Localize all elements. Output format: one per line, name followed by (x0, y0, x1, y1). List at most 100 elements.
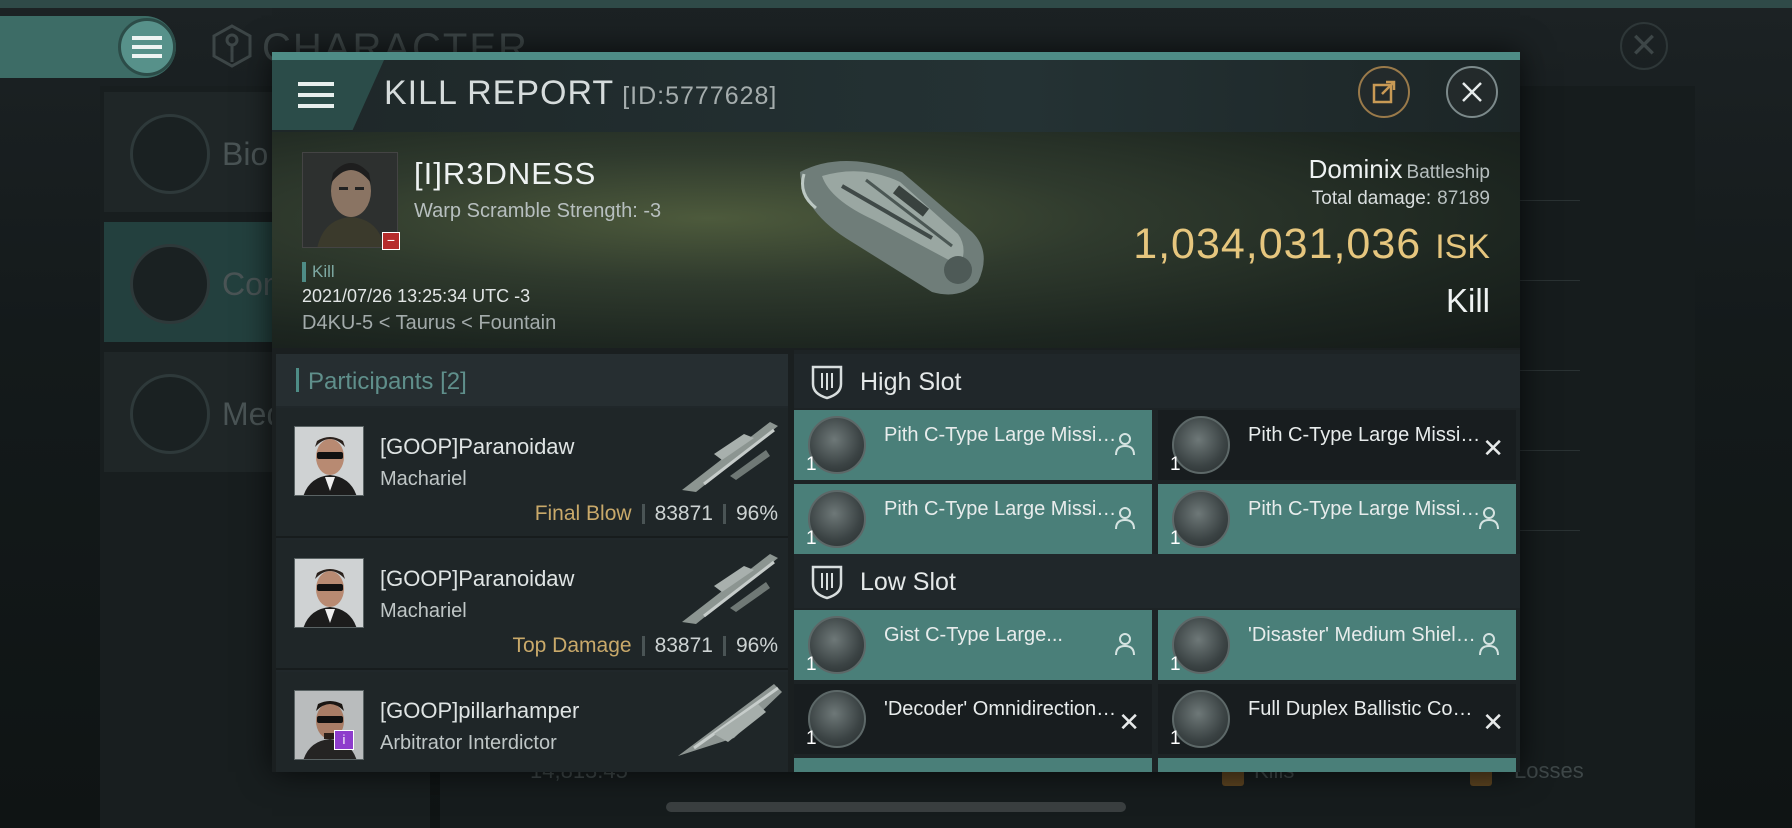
participant-name: [GOOP]Paranoidaw (380, 566, 575, 591)
kill-report-modal: KILL REPORT [ID:5777628] − [I]R3DNESS Wa… (272, 52, 1520, 772)
module-name: Pith C-Type Large Missile... (884, 424, 1118, 446)
close-icon (1462, 82, 1482, 102)
participant-tag: Top Damage (512, 634, 632, 657)
participant-tag: Final Blow (534, 502, 632, 525)
bg-footer-losses: Losses (1514, 758, 1584, 783)
person-icon (1115, 507, 1135, 530)
total-damage-label: Total damage: (1311, 188, 1432, 209)
module-slot[interactable]: 1 Pith C-Type Large Missile... ✕ (1158, 410, 1516, 480)
module-icon (808, 690, 866, 748)
module-slot[interactable]: 1 Full Duplex Ballistic Control ...✕ (1158, 684, 1516, 754)
module-quantity: 1 (806, 454, 817, 475)
modal-accent-bar (272, 52, 1520, 60)
victim-subtitle: Warp Scramble Strength: -3 (414, 200, 662, 222)
kill-datetime: 2021/07/26 13:25:34 UTC -3 (302, 286, 531, 306)
participant-percent: 96% (735, 634, 778, 657)
total-damage: Total damage: 87189 (1312, 188, 1490, 210)
module-name: Gist C-Type Large... (884, 624, 1063, 646)
low-slot-label: Low Slot (860, 568, 956, 596)
share-icon (1372, 80, 1396, 104)
module-slot[interactable]: 1 Pith C-Type Large Missile... (1158, 484, 1516, 554)
isk-value: 1,034,031,036 (1133, 220, 1422, 268)
module-slot[interactable]: 1 Gist C-Type Large... (794, 610, 1152, 680)
module-quantity: 1 (806, 728, 817, 749)
info-badge-icon: i (334, 730, 354, 750)
module-slot[interactable]: 1 Pith C-Type Large Missile... (794, 410, 1152, 480)
module-name: 'Disaster' Medium Shield... (1248, 624, 1482, 646)
participants-panel: Participants [2] [GOOP]Paranoidaw Machar… (276, 354, 788, 772)
module-name: Pith C-Type Large Missile... (1248, 424, 1482, 446)
module-icon (1172, 490, 1230, 548)
kill-tag: Kill (302, 262, 335, 282)
module-icon (1172, 690, 1230, 748)
participant-stats: Final Blow 83871 96% (535, 502, 778, 526)
participant-row[interactable]: [GOOP]Paranoidaw Machariel Top Damage 838… (276, 540, 788, 670)
module-name: Pith C-Type Large Missile... (884, 498, 1118, 520)
participants-label: Participants (308, 368, 434, 395)
close-button[interactable] (1446, 66, 1498, 118)
victim-banner: − [I]R3DNESS Warp Scramble Strength: -3 … (272, 132, 1520, 348)
participant-ship: Machariel (380, 600, 467, 622)
victim-name[interactable]: [I]R3DNESS (414, 156, 596, 192)
module-slot[interactable]: 1 Pith C-Type Large Missile... (794, 484, 1152, 554)
shield-slot-icon (811, 565, 843, 600)
menu-icon (298, 82, 334, 108)
participant-name: [GOOP]Paranoidaw (380, 434, 575, 459)
person-icon (1115, 633, 1135, 656)
destroyed-x-icon: ✕ (1482, 707, 1504, 737)
participant-ship: Machariel (380, 468, 467, 490)
bg-close-icon[interactable]: ✕ (1620, 22, 1668, 70)
bg-menu-button[interactable] (118, 18, 176, 76)
module-name: Full Duplex Ballistic Control ... (1248, 698, 1482, 720)
participant-ship: Arbitrator Interdictor (380, 732, 557, 754)
stat-divider (641, 504, 645, 525)
kill-location[interactable]: D4KU-5 < Taurus < Fountain (302, 312, 556, 335)
high-slot-header: High Slot (794, 354, 1520, 408)
shield-slot-icon (811, 365, 843, 400)
share-button[interactable] (1358, 66, 1410, 118)
participant-damage: 83871 (654, 502, 713, 525)
module-slot[interactable]: 1 'Decoder' Omnidirectional... ✕ (794, 684, 1152, 754)
stat-divider (722, 504, 726, 525)
combat-icon (130, 244, 210, 324)
participant-avatar (294, 426, 364, 496)
home-indicator[interactable] (666, 802, 1126, 812)
machariel-ship-icon (682, 422, 778, 492)
person-icon (1115, 433, 1135, 456)
victim-ship[interactable]: Dominix Battleship (1309, 154, 1490, 185)
module-slot[interactable]: 1 'Disaster' Medium Shield... (1158, 610, 1516, 680)
module-slot-partial[interactable] (1158, 758, 1516, 772)
dominix-ship-icon[interactable] (782, 142, 1022, 312)
participants-header: Participants [2] (276, 354, 788, 406)
bg-sidebar-label: Bio (222, 136, 269, 172)
module-name: 'Decoder' Omnidirectional... (884, 698, 1118, 720)
module-icon (808, 616, 866, 674)
participant-name: [GOOP]pillarhamper (380, 698, 580, 723)
module-icon (808, 416, 866, 474)
total-damage-value: 87189 (1437, 188, 1490, 209)
report-result: Kill (1445, 282, 1490, 319)
medal-icon (130, 374, 210, 454)
screen: CHARACTER ✕ Bio Com Med 14,813.45 Kills … (0, 0, 1792, 828)
module-quantity: 1 (1170, 528, 1181, 549)
destroyed-x-icon: ✕ (1482, 433, 1504, 463)
person-icon (1479, 507, 1499, 530)
modal-title-text: KILL REPORT (384, 74, 615, 112)
module-icon (1172, 416, 1230, 474)
module-quantity: 1 (806, 654, 817, 675)
bg-top-bar (0, 0, 1792, 8)
kill-id: [ID:5777628] (622, 82, 778, 110)
participant-row[interactable]: i [GOOP]pillarhamper Arbitrator Interdic… (276, 672, 788, 772)
isk-value-line: 1,034,031,036 ISK (1133, 220, 1490, 269)
bg-divider (1510, 370, 1580, 371)
person-icon (1479, 633, 1499, 656)
participant-row[interactable]: [GOOP]Paranoidaw Machariel Final Blow 838… (276, 408, 788, 538)
ship-name: Dominix (1308, 154, 1403, 184)
module-name: Pith C-Type Large Missile... (1248, 498, 1482, 520)
machariel-ship-icon (682, 554, 778, 624)
bg-divider (1510, 530, 1580, 531)
low-slot-header: Low Slot (794, 554, 1520, 608)
character-icon (212, 24, 252, 68)
module-quantity: 1 (1170, 728, 1181, 749)
module-slot-partial[interactable] (794, 758, 1152, 772)
